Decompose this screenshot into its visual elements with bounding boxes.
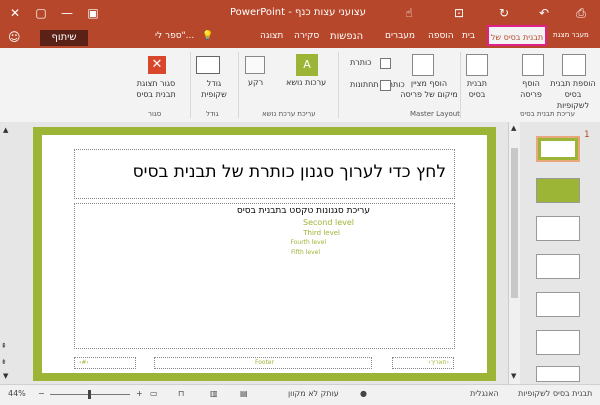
- view-status: תבנית בסיס לשקופיות: [518, 389, 593, 398]
- slide-canvas[interactable]: לחץ כדי לערוך סגנון כותרת של תבנית בסיס …: [33, 127, 496, 381]
- title-placeholder[interactable]: לחץ כדי לערוך סגנון כותרת של תבנית בסיס: [74, 149, 455, 199]
- maximize-window-icon[interactable]: ▢: [32, 5, 50, 21]
- title-text: לחץ כדי לערוך סגנון כותרת של תבנית בסיס: [132, 162, 446, 182]
- prev-slide-icon[interactable]: ⇞: [1, 342, 7, 350]
- normal-view-icon[interactable]: ▤: [240, 389, 248, 398]
- window-title: PowerPoint - עצועני עצות כנף: [230, 7, 366, 18]
- themes-icon[interactable]: A: [296, 54, 318, 76]
- ribbon-display-icon[interactable]: ▣: [84, 5, 102, 21]
- divider: [338, 52, 339, 118]
- lightbulb-icon: 💡: [202, 31, 214, 41]
- share-button[interactable]: שיתוף: [40, 30, 88, 46]
- body-level-1: עריכת סגנונות טקסט בתבנית בסיס: [236, 206, 370, 216]
- background-icon[interactable]: [245, 56, 265, 74]
- tab-animations[interactable]: הנפשות: [330, 31, 363, 42]
- body-level-2: Second level: [302, 218, 354, 227]
- group-edit-theme: עריכת ערכת נושא: [262, 110, 316, 118]
- divider: [190, 52, 191, 118]
- close-master-icon[interactable]: ✕: [148, 56, 166, 74]
- body-placeholder[interactable]: עריכת סגנונות טקסט בתבנית בסיס Second le…: [74, 203, 455, 349]
- next-slide-icon[interactable]: ⇟: [1, 358, 7, 366]
- accessibility-icon[interactable]: ●: [360, 389, 367, 398]
- undo-icon[interactable]: ↶: [535, 5, 553, 21]
- body-level-4: Fourth level: [290, 239, 326, 246]
- insert-master-icon[interactable]: [562, 54, 586, 76]
- thumbnail-layout-2[interactable]: [536, 216, 580, 241]
- tell-me-box[interactable]: ספר לי"...: [155, 31, 194, 41]
- date-placeholder[interactable]: ‹תאריך›: [392, 357, 454, 369]
- touch-mode-icon[interactable]: ☝: [400, 5, 418, 21]
- slide-number-text: ‹#›: [79, 359, 89, 366]
- group-close: סגור: [148, 110, 162, 118]
- date-text: ‹תאריך›: [428, 359, 449, 366]
- scroll-up-icon[interactable]: ▲: [3, 126, 8, 134]
- close-window-icon[interactable]: ✕: [6, 5, 24, 21]
- close-master-label[interactable]: סגור תצוגת תבנית בסיס: [126, 78, 186, 100]
- tab-slide-master[interactable]: תבנית בסיס של שקופית: [487, 25, 547, 63]
- thumbnail-pane: 1: [520, 122, 600, 384]
- footer-placeholder[interactable]: Footer: [154, 357, 372, 369]
- thumbnail-layout-5[interactable]: [536, 330, 580, 355]
- smiley-feedback-icon[interactable]: ☺: [8, 30, 21, 44]
- background-label[interactable]: רקע: [248, 78, 263, 87]
- body-level-3: Third level: [303, 229, 340, 237]
- divider: [238, 52, 239, 118]
- footers-checkbox[interactable]: [380, 80, 391, 91]
- title-checkbox-label[interactable]: כותרת: [350, 58, 371, 67]
- tab-file[interactable]: מעבר מצגת: [553, 31, 589, 39]
- tab-home[interactable]: בית: [462, 31, 475, 41]
- thumbnail-layout-1[interactable]: [536, 178, 580, 203]
- tab-review[interactable]: סקירה: [294, 31, 319, 41]
- title-bar: ✕ ▢ — ▣ PowerPoint - עצועני עצות כנף ☝ ⊡…: [0, 0, 600, 28]
- save-icon[interactable]: ⎙: [572, 5, 590, 21]
- scroll-down-icon[interactable]: ▼: [3, 372, 8, 380]
- group-master-layout: Master Layout: [410, 110, 460, 118]
- insert-layout-label[interactable]: הוסף פריסה: [514, 78, 548, 100]
- thumbnail-layout-3[interactable]: [536, 254, 580, 279]
- zoom-slider-thumb[interactable]: [88, 390, 91, 399]
- divider: [460, 52, 461, 118]
- fit-slide-icon[interactable]: ▭: [150, 389, 158, 398]
- slide-number-placeholder[interactable]: ‹#›: [74, 357, 136, 369]
- title-checkbox[interactable]: [380, 58, 391, 69]
- zoom-in-icon[interactable]: +: [136, 389, 143, 398]
- zoom-percent[interactable]: 44%: [8, 389, 26, 398]
- scroll-down-arrow-icon[interactable]: ▼: [511, 372, 516, 380]
- redo-icon[interactable]: ↻: [495, 5, 513, 21]
- insert-placeholder-label[interactable]: הוסף מציין מיקום של פריסה: [400, 78, 458, 100]
- offline-status[interactable]: עותק לא מקוון: [288, 389, 339, 398]
- slide-size-label[interactable]: גודל שקופית: [194, 78, 234, 100]
- group-size: גודל: [206, 110, 219, 118]
- insert-layout-icon[interactable]: [522, 54, 544, 76]
- presentation-icon[interactable]: ⊡: [450, 5, 468, 21]
- zoom-out-icon[interactable]: −: [38, 389, 45, 398]
- insert-master-label[interactable]: הוספת תבנית בסיס לשקופיות: [550, 78, 596, 111]
- thumb-number: 1: [584, 130, 590, 140]
- tab-transitions[interactable]: מעברים: [385, 31, 415, 41]
- master-layout-label[interactable]: תבנית בסיס: [463, 78, 491, 100]
- master-layout-icon[interactable]: [466, 54, 488, 76]
- presenter-view-icon[interactable]: ⊓: [178, 389, 184, 398]
- thumbnail-master[interactable]: [536, 136, 580, 162]
- thumbnail-master-inner: [541, 141, 575, 157]
- tab-insert[interactable]: הוספה: [428, 31, 454, 41]
- language-status[interactable]: האנגלית: [470, 389, 499, 398]
- body-level-5: Fifth level: [290, 249, 320, 256]
- tab-view[interactable]: תצוגה: [260, 31, 283, 41]
- ribbon: ✕ סגור תצוגת תבנית בסיס סגור גודל שקופית…: [0, 48, 600, 123]
- slide-content: לחץ כדי לערוך סגנון כותרת של תבנית בסיס …: [42, 135, 487, 373]
- status-bar: 44% − + ▭ ⊓ ▥ ▤ עותק לא מקוון ● האנגלית …: [0, 384, 600, 405]
- scroll-thumb[interactable]: [511, 148, 518, 298]
- group-edit-master: עריכת תבנית בסיס: [520, 110, 575, 118]
- themes-label[interactable]: ערכות נושא: [286, 78, 326, 87]
- slide-size-icon[interactable]: [196, 56, 220, 74]
- footer-text: Footer: [255, 359, 275, 366]
- footers-checkbox-label[interactable]: כותרות תחתונות: [350, 80, 405, 89]
- minimize-window-icon[interactable]: —: [58, 5, 76, 21]
- thumbnail-layout-4[interactable]: [536, 292, 580, 317]
- reading-view-icon[interactable]: ▥: [210, 389, 218, 398]
- thumbnail-layout-6[interactable]: [536, 366, 580, 382]
- insert-placeholder-icon[interactable]: [412, 54, 434, 76]
- scroll-up-arrow-icon[interactable]: ▲: [511, 124, 516, 132]
